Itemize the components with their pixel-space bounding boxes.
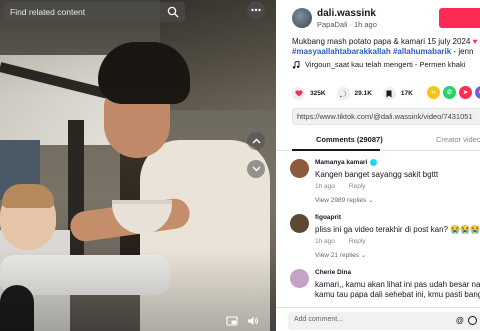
more-options-button[interactable] — [247, 1, 265, 19]
commenter-name-text: Cherie Dina — [315, 269, 352, 276]
comment-count: 29.1K — [354, 90, 372, 97]
commenter-name-text: figoaprit — [315, 214, 341, 221]
chevron-down-icon — [252, 166, 260, 172]
post-time: 1h ago — [353, 20, 377, 29]
reply-button[interactable]: Reply — [349, 238, 366, 245]
video-caption: Mukbang mash potato papa & kamari 15 jul… — [292, 37, 480, 57]
commenter-avatar[interactable] — [290, 269, 309, 288]
comment-text-line: kamu tau papa dali sehebat ini, kmu past… — [315, 290, 480, 299]
verified-badge-icon — [370, 159, 378, 166]
comment-text-line: kamari,, kamu akan lihat ini pas udah be… — [315, 280, 480, 289]
music-row[interactable]: Virgoun_saat kau telah mengerti - Permen… — [292, 60, 465, 69]
volume-icon[interactable] — [247, 315, 259, 327]
comment-icon[interactable] — [336, 87, 350, 100]
add-comment-input[interactable]: Add comment... — [288, 312, 480, 330]
previous-video-button[interactable] — [247, 132, 265, 150]
comment-time: 1h ago — [315, 238, 335, 245]
author-subline: PapaDali · 1h ago — [317, 20, 377, 29]
share-buttons: ‹› ✆ ➤ ⟳ → — [427, 86, 480, 99]
bookmark-count: 17K — [400, 90, 413, 97]
related-search-box[interactable]: Find related content — [4, 2, 185, 22]
video-url-field[interactable]: https://www.tiktok.com/@dali.wassink/vid… — [292, 108, 480, 125]
tab-creator-videos[interactable]: Creator video — [436, 135, 480, 144]
like-stat[interactable]: 325K — [292, 87, 326, 100]
chevron-down-icon: ⌄ — [368, 197, 374, 204]
separator: · — [349, 20, 352, 29]
whatsapp-icon[interactable]: ✆ — [443, 86, 456, 99]
heart-icon[interactable] — [292, 87, 305, 100]
commenter-name[interactable]: figoaprit — [315, 214, 341, 221]
like-count: 325K — [310, 90, 326, 97]
view-replies-button[interactable]: View 2989 replies ⌄ — [315, 196, 373, 204]
active-tab-indicator — [292, 149, 380, 151]
comment-text: Kangen banget sayangg sakit bgttt — [315, 170, 439, 179]
commenter-avatar[interactable] — [290, 159, 309, 178]
caption-text: Mukbang mash potato papa & kamari 15 jul… — [292, 37, 471, 46]
embed-icon[interactable]: ‹› — [427, 86, 440, 99]
engagement-stats: 325K 29.1K 17K — [292, 87, 424, 100]
details-panel: dali.wassink PapaDali · 1h ago Mukbang mas… — [276, 0, 480, 331]
pip-icon[interactable] — [226, 315, 238, 327]
view-replies-text: View 21 replies — [315, 252, 359, 259]
send-icon[interactable]: ➤ — [459, 86, 472, 99]
comment-tabs: Comments (29087) Creator video — [276, 131, 480, 151]
comment-text: pliss ini ga video terakhir di post kan?… — [315, 225, 480, 234]
music-note-icon — [292, 60, 300, 69]
video-player[interactable]: Find related content — [0, 0, 276, 331]
music-title: Virgoun_saat kau telah mengerti - Permen… — [305, 60, 466, 69]
bookmark-icon[interactable] — [382, 87, 396, 100]
commenter-avatar[interactable] — [290, 214, 309, 233]
chevron-down-icon: ⌄ — [360, 252, 367, 259]
comment-stat[interactable]: 29.1K — [336, 87, 372, 100]
next-video-button[interactable] — [247, 160, 265, 178]
caption-tail: - jenn — [451, 47, 474, 56]
bookmark-stat[interactable]: 17K — [382, 87, 413, 100]
view-replies-text: View 2989 replies — [315, 197, 367, 204]
search-placeholder: Find related content — [10, 7, 86, 17]
author-display-name: PapaDali — [317, 20, 348, 29]
view-replies-button[interactable]: View 21 replies ⌄ — [315, 251, 366, 259]
follow-button[interactable] — [439, 8, 480, 28]
comment-meta: 1h ago Reply — [315, 183, 366, 190]
caption-hashtags[interactable]: #masyaallahtabarakkallah #allahumabarik — [292, 47, 451, 56]
author-avatar[interactable] — [292, 8, 312, 28]
author-username[interactable]: dali.wassink — [317, 8, 376, 19]
comment-text: kamari,, kamu akan lihat ini pas udah be… — [315, 280, 480, 300]
heart-emoji-icon: ♥ — [472, 37, 478, 46]
tab-comments[interactable]: Comments (29087) — [316, 135, 383, 144]
mention-icon[interactable]: @ — [456, 316, 464, 325]
repost-icon[interactable]: ⟳ — [475, 86, 480, 99]
video-vignette — [0, 0, 276, 331]
comment-time: 1h ago — [315, 183, 335, 190]
chevron-up-icon — [252, 138, 260, 144]
more-icon — [251, 8, 261, 12]
add-comment-bar: Add comment... @ — [276, 307, 480, 331]
emoji-icon[interactable] — [468, 316, 477, 325]
commenter-name[interactable]: Mamanya kamari — [315, 159, 378, 166]
reply-button[interactable]: Reply — [349, 183, 366, 190]
commenter-name-text: Mamanya kamari — [315, 159, 368, 166]
comment-meta: 1h ago Reply — [315, 238, 366, 245]
commenter-name[interactable]: Cherie Dina — [315, 269, 351, 276]
search-icon[interactable] — [167, 6, 179, 18]
